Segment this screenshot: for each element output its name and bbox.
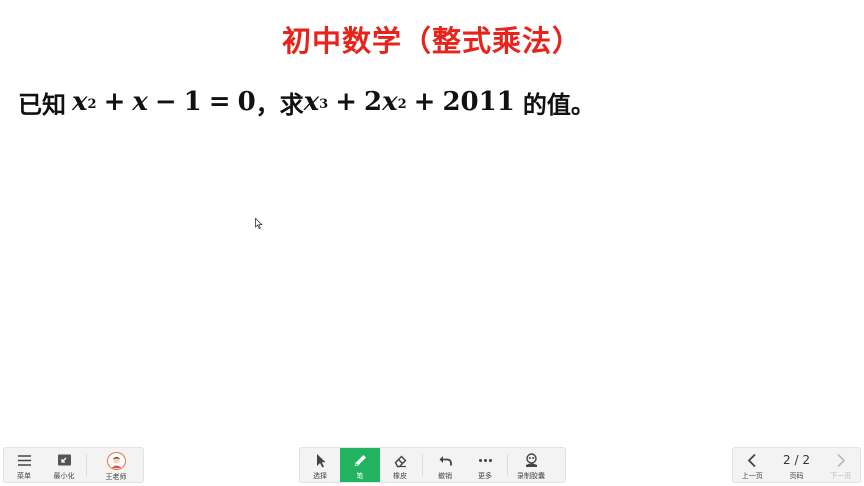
problem-statement: 已知 x2 + x − 1 = 0 ，求 x3 + 2x2 + 2011 的值。 bbox=[18, 82, 595, 122]
more-button[interactable]: 更多 bbox=[465, 448, 505, 482]
minimize-label: 最小化 bbox=[53, 472, 75, 480]
prev-label: 上一页 bbox=[741, 472, 763, 480]
given-text: 已知 bbox=[18, 90, 66, 119]
more-label: 更多 bbox=[478, 472, 492, 480]
pen-label: 笔 bbox=[356, 472, 364, 480]
toolbar-right: 上一页 2 / 2 页码 下一页 bbox=[732, 447, 861, 483]
ask-text: ，求 bbox=[255, 90, 304, 119]
toolbar-center: 选择 笔 橡皮 撤销 更多 录制胶囊 bbox=[299, 447, 566, 483]
record-capsule-icon bbox=[525, 453, 537, 467]
pen-tool-button[interactable]: 笔 bbox=[340, 448, 380, 482]
avatar bbox=[106, 452, 126, 470]
eq1-plus: + bbox=[103, 87, 126, 117]
menu-button[interactable]: 菜单 bbox=[4, 448, 44, 482]
next-page-button[interactable]: 下一页 bbox=[822, 448, 860, 482]
eq2-var2: x bbox=[382, 87, 398, 117]
toolbar-divider bbox=[86, 454, 87, 476]
teacher-name: 王老师 bbox=[105, 473, 127, 481]
mouse-cursor-icon bbox=[255, 218, 263, 229]
slide-title: 初中数学（整式乘法） bbox=[281, 24, 582, 58]
minimize-icon bbox=[57, 454, 71, 466]
prev-page-button[interactable]: 上一页 bbox=[733, 448, 771, 482]
eq2-plus: + bbox=[335, 87, 358, 117]
eq1-exp: 2 bbox=[87, 97, 97, 112]
equation-target: x3 + 2x2 + 2011 bbox=[304, 87, 515, 117]
chevron-left-icon bbox=[747, 453, 756, 468]
eq1-var: x bbox=[72, 87, 88, 117]
chevron-right-icon bbox=[837, 453, 846, 468]
select-tool-button[interactable]: 选择 bbox=[300, 448, 340, 482]
equation-given: x2 + x − 1 = 0 bbox=[72, 87, 256, 117]
page-label: 页码 bbox=[789, 472, 804, 480]
eq2-coef: 2 bbox=[364, 87, 383, 117]
undo-label: 撤销 bbox=[438, 472, 452, 480]
hamburger-icon bbox=[17, 455, 31, 466]
eq1-one: 1 bbox=[183, 87, 202, 117]
undo-icon bbox=[439, 456, 452, 466]
teacher-profile-button[interactable]: 王老师 bbox=[89, 448, 143, 482]
eq2-exp2: 2 bbox=[397, 97, 407, 112]
menu-label: 菜单 bbox=[17, 472, 31, 480]
eq2-const: 2011 bbox=[442, 87, 515, 117]
toolbar-divider bbox=[422, 454, 423, 476]
page-indicator[interactable]: 2 / 2 页码 bbox=[771, 448, 821, 482]
eq2-var: x bbox=[303, 87, 320, 117]
select-label: 选择 bbox=[313, 472, 327, 480]
teacher-avatar-icon bbox=[111, 456, 121, 468]
eq1-zero: 0 bbox=[237, 87, 256, 117]
eraser-label: 橡皮 bbox=[393, 472, 407, 480]
toolbar-left: 菜单 最小化 王老师 bbox=[3, 447, 144, 483]
eq2-plus2: + bbox=[413, 87, 436, 117]
pen-icon bbox=[354, 455, 366, 467]
eraser-tool-button[interactable]: 橡皮 bbox=[380, 448, 420, 482]
pointer-icon bbox=[316, 454, 325, 468]
next-label: 下一页 bbox=[830, 472, 852, 480]
eq2-exp: 3 bbox=[319, 97, 329, 112]
page-number: 2 / 2 bbox=[783, 453, 810, 467]
toolbar-divider bbox=[507, 454, 508, 476]
suffix-text: 的值。 bbox=[522, 90, 595, 119]
minimize-button[interactable]: 最小化 bbox=[44, 448, 84, 482]
eq1-equals: = bbox=[208, 87, 231, 117]
eraser-icon bbox=[394, 455, 406, 468]
more-dots-icon bbox=[478, 459, 492, 462]
eq1-minus: − bbox=[154, 87, 177, 117]
record-label: 录制胶囊 bbox=[517, 472, 545, 480]
undo-button[interactable]: 撤销 bbox=[425, 448, 465, 482]
eq1-var2: x bbox=[132, 87, 148, 117]
record-capsule-button[interactable]: 录制胶囊 bbox=[510, 448, 552, 482]
